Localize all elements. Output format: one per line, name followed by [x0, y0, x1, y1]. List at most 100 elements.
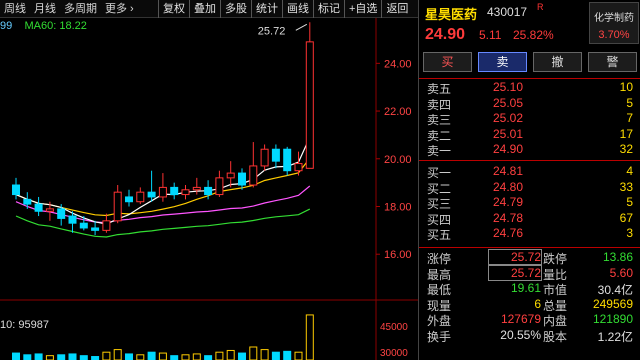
ask-row[interactable]: 卖一 24.90 32 [419, 142, 640, 158]
volume-bar [125, 353, 133, 360]
volume-bar [91, 356, 100, 360]
bid-label: 买三 [427, 197, 452, 211]
candle-body [283, 148, 292, 172]
bid-price: 24.79 [493, 195, 524, 209]
kline-chart[interactable]: 24.00 22.00 20.00 18.00 16.00 45000 30000 25.72 [0, 18, 418, 360]
ask-volume: 10 [619, 80, 633, 94]
candle-body [23, 198, 32, 205]
stat-value: 249569 [592, 296, 633, 311]
draw-line-button[interactable]: 画线 [282, 0, 313, 18]
period-tabs: 周线 月线 多周期 更多 › [0, 0, 138, 18]
stat-label: 量比 [543, 267, 568, 282]
bid-row[interactable]: 买二 24.80 33 [419, 180, 640, 196]
bid-row[interactable]: 买五 24.76 3 [419, 226, 640, 242]
price-change-percent: 25.82% [513, 28, 554, 42]
candle-body [68, 215, 77, 224]
mark-button[interactable]: 标记 [313, 0, 344, 18]
volume-bar [12, 352, 20, 360]
bid-volume: 33 [619, 179, 633, 194]
add-watchlist-button[interactable]: +自选 [344, 0, 381, 18]
volume-bar [283, 350, 292, 360]
ask-label: 卖一 [427, 144, 452, 158]
volume-bar [79, 355, 88, 360]
volume-bar [260, 349, 269, 360]
back-button[interactable]: 返回 [381, 0, 412, 18]
volume-bar [305, 314, 314, 360]
y-tick-label: 18.00 [384, 201, 412, 213]
ask-volume: 5 [626, 95, 633, 110]
ask-row[interactable]: 卖五 25.10 10 [419, 80, 640, 96]
buy-button[interactable]: 买 [423, 52, 472, 72]
ask-row[interactable]: 卖三 25.02 7 [419, 111, 640, 127]
candle-body [294, 163, 303, 172]
volume-bar [23, 354, 32, 360]
volume-bar [45, 355, 54, 360]
high-price-label: 25.72 [258, 25, 286, 37]
ask-price: 25.10 [493, 80, 524, 94]
volume-bar [294, 351, 303, 360]
stock-flag: R [537, 2, 544, 12]
ask-label: 卖五 [427, 82, 452, 96]
kline-chart-area[interactable]: 24.00 22.00 20.00 18.00 16.00 45000 30000 25.72… [0, 18, 418, 360]
ask-volume: 32 [619, 142, 633, 156]
overlay-button[interactable]: 叠加 [189, 0, 220, 18]
ask-row[interactable]: 卖四 25.05 5 [419, 96, 640, 112]
tab-more[interactable]: 更多 › [101, 0, 138, 18]
stats-row: 换手 20.55% 股本 1.22亿 [419, 328, 640, 344]
restore-rights-button[interactable]: 复权 [158, 0, 189, 18]
bid-label: 买一 [427, 166, 452, 180]
y-tick-label: 16.00 [384, 249, 412, 261]
stat-label: 涨停 [427, 252, 452, 266]
ask-row[interactable]: 卖二 25.01 17 [419, 127, 640, 143]
candle-body [192, 186, 201, 191]
candle-body [158, 186, 167, 198]
ma-legend: 99 MA60: 18.22 [0, 20, 87, 32]
bid-row[interactable]: 买一 24.81 4 [419, 164, 640, 180]
ask-volume: 7 [626, 111, 633, 125]
stat-label: 换手 [427, 329, 452, 344]
tab-monthly[interactable]: 月线 [30, 0, 60, 18]
trade-buttons: 买 卖 撤 警 [423, 52, 637, 72]
bid-volume: 5 [626, 195, 633, 209]
alert-button[interactable]: 警 [588, 52, 637, 72]
sell-button[interactable]: 卖 [478, 52, 527, 72]
bid-price: 24.81 [493, 164, 524, 178]
candle-body [271, 148, 280, 162]
bid-volume: 67 [619, 210, 633, 225]
stat-label: 最低 [427, 283, 452, 297]
stat-value: 1.22亿 [597, 329, 633, 344]
bid-volume: 4 [626, 164, 633, 178]
stats-row: 最低 19.61 市值 30.4亿 [419, 281, 640, 297]
ask-price: 24.90 [493, 142, 524, 156]
bid-price: 24.76 [493, 226, 524, 240]
chart-toolbar: 周线 月线 多周期 更多 › 复权 叠加 多股 统计 画线 标记 +自选 返回 [0, 0, 418, 18]
bid-row[interactable]: 买三 24.79 5 [419, 195, 640, 211]
candle-body [147, 191, 156, 198]
statistics-button[interactable]: 统计 [251, 0, 282, 18]
candle-body [125, 196, 133, 203]
candle-body [238, 172, 246, 186]
volume-bar [34, 353, 43, 360]
volume-bar [226, 349, 235, 360]
ask-price: 25.01 [493, 126, 524, 141]
multi-stock-button[interactable]: 多股 [220, 0, 251, 18]
cancel-order-button[interactable]: 撤 [533, 52, 582, 72]
volume-bar [249, 346, 258, 360]
sector-name: 化学制药 [594, 13, 634, 24]
stats-row: 最高 25.72 量比 5.60 [419, 264, 640, 282]
candle-body [170, 186, 179, 196]
stock-code: 430017 [487, 5, 528, 19]
candle-body [79, 222, 88, 229]
candle-body [181, 189, 190, 196]
volume-bar [215, 351, 224, 360]
volume-bar [57, 354, 66, 360]
sector-box[interactable]: 化学制药 3.70% [589, 2, 639, 44]
stock-name: 星昊医药 [425, 7, 478, 22]
volume-bar [136, 354, 145, 360]
stat-value: 121890 [592, 312, 633, 326]
tab-weekly[interactable]: 周线 [0, 0, 30, 18]
tab-multi-period[interactable]: 多周期 [60, 0, 101, 18]
stat-label: 内盘 [543, 314, 568, 328]
sector-percent: 3.70% [598, 29, 630, 41]
bid-row[interactable]: 买四 24.78 67 [419, 211, 640, 227]
